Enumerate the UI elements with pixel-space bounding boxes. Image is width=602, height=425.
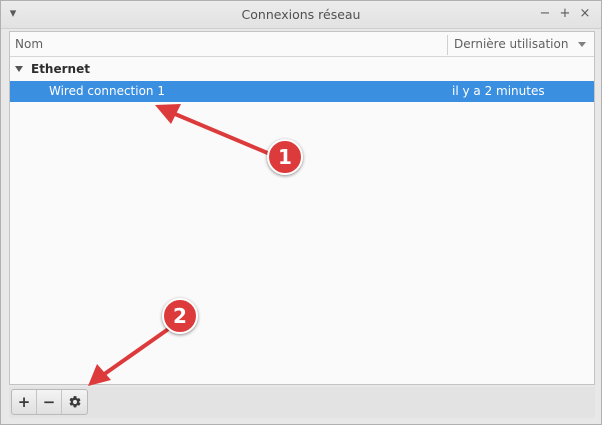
column-separator: [447, 35, 448, 55]
connection-name: Wired connection 1: [49, 84, 165, 98]
toolbar-button-group: + −: [11, 389, 88, 415]
group-label: Ethernet: [31, 62, 90, 76]
group-row-ethernet[interactable]: Ethernet: [10, 59, 594, 79]
close-button[interactable]: ×: [577, 6, 593, 22]
remove-connection-button[interactable]: −: [37, 390, 62, 414]
titlebar: ▾ Connexions réseau − + ×: [1, 1, 601, 29]
window-title: Connexions réseau: [241, 7, 361, 22]
column-header-name[interactable]: Nom: [15, 37, 43, 51]
maximize-button[interactable]: +: [557, 6, 573, 22]
sort-descending-icon[interactable]: [577, 39, 587, 49]
annotation-badge-1: 1: [267, 139, 303, 175]
connections-list[interactable]: Nom Dernière utilisation Ethernet Wired …: [9, 31, 595, 385]
network-connections-window: ▾ Connexions réseau − + × Nom Dernière u…: [0, 0, 602, 425]
connections-toolbar: + −: [9, 387, 595, 418]
gear-icon: [69, 396, 80, 408]
add-connection-button[interactable]: +: [12, 390, 37, 414]
minimize-button[interactable]: −: [537, 6, 553, 22]
column-header-last-used[interactable]: Dernière utilisation: [454, 37, 568, 51]
list-header: Nom Dernière utilisation: [10, 32, 594, 57]
annotation-badge-2: 2: [162, 298, 198, 334]
connection-last-used: il y a 2 minutes: [452, 84, 545, 98]
edit-connection-button[interactable]: [62, 390, 87, 414]
expander-arrow-icon[interactable]: [14, 65, 24, 73]
connection-row[interactable]: Wired connection 1 il y a 2 minutes: [10, 81, 594, 102]
